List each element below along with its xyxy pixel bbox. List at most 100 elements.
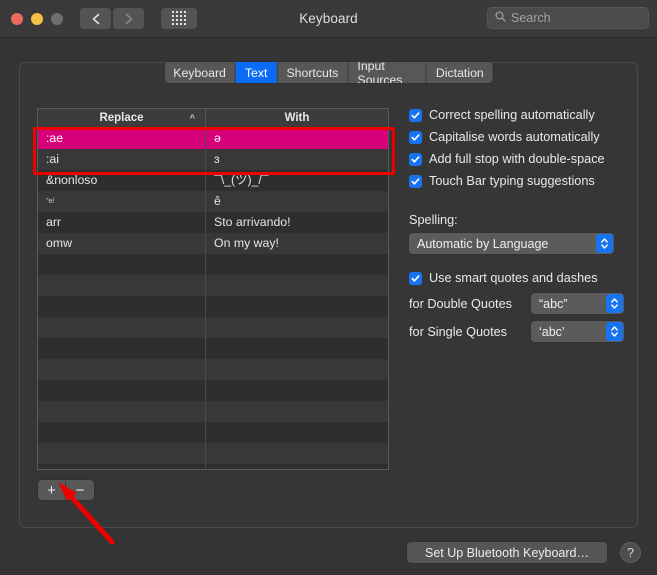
- checkbox-capitalise-words[interactable]: Capitalise words automatically: [409, 130, 624, 144]
- table-row-empty[interactable]: [38, 317, 388, 338]
- cell-with: [206, 359, 388, 380]
- cell-replace: [38, 380, 206, 401]
- chevron-left-icon: [92, 13, 100, 25]
- checkbox-label: Capitalise words automatically: [429, 130, 600, 144]
- tab-keyboard[interactable]: Keyboard: [164, 62, 236, 83]
- navigation-buttons: [80, 8, 144, 29]
- table-body: :ae ə:ai ɜ &nonloso ¯\_(ツ)_/¯ "e/ê arr Sto arri…: [38, 128, 388, 469]
- tab-input-sources[interactable]: Input Sources: [348, 62, 427, 83]
- checkbox-full-stop-double-space[interactable]: Add full stop with double-space: [409, 152, 624, 166]
- cell-replace: [38, 359, 206, 380]
- table-row-empty[interactable]: [38, 443, 388, 464]
- forward-button[interactable]: [113, 8, 144, 29]
- table-row[interactable]: :ae ə: [38, 128, 388, 149]
- cell-with: [206, 401, 388, 422]
- table-row-empty[interactable]: [38, 296, 388, 317]
- cell-replace: [38, 338, 206, 359]
- column-header-with-label: With: [284, 112, 310, 124]
- column-header-replace-label: Replace: [99, 112, 144, 124]
- cell-with: [206, 296, 388, 317]
- table-row-empty[interactable]: [38, 422, 388, 443]
- checkbox-label: Correct spelling automatically: [429, 108, 595, 122]
- preferences-panel: Replace ^ With :ae ə:ai ɜ &nonloso ¯\_(ツ)_/¯…: [19, 62, 638, 528]
- cell-replace: [38, 422, 206, 443]
- table-row-empty[interactable]: [38, 338, 388, 359]
- cell-replace[interactable]: :ai: [38, 149, 206, 170]
- column-header-replace[interactable]: Replace ^: [38, 109, 206, 127]
- cell-replace: [38, 275, 206, 296]
- table-row-empty[interactable]: [38, 380, 388, 401]
- cell-with[interactable]: ɜ: [206, 149, 388, 170]
- search-input[interactable]: [511, 11, 641, 25]
- cell-replace[interactable]: :ae: [38, 128, 206, 149]
- column-header-with[interactable]: With: [206, 109, 388, 127]
- spelling-value: Automatic by Language: [417, 236, 549, 251]
- cell-with: [206, 317, 388, 338]
- table-row[interactable]: "e/ê: [38, 191, 388, 212]
- single-quotes-dropdown[interactable]: ‘abc’: [531, 321, 624, 342]
- table-row[interactable]: omw On my way!: [38, 233, 388, 254]
- search-field[interactable]: [487, 7, 649, 29]
- checkbox-label: Use smart quotes and dashes: [429, 271, 598, 285]
- cell-with: [206, 380, 388, 401]
- tab-label: Dictation: [435, 65, 484, 80]
- cell-with[interactable]: On my way!: [206, 233, 388, 254]
- cell-replace: [38, 296, 206, 317]
- double-quotes-dropdown[interactable]: “abc”: [531, 293, 624, 314]
- cell-replace[interactable]: "e/: [38, 191, 206, 212]
- cell-with[interactable]: ê: [206, 191, 388, 212]
- cell-with: [206, 464, 388, 469]
- minimize-window-button[interactable]: [31, 12, 43, 25]
- checkmark-icon: [409, 271, 422, 285]
- help-button[interactable]: ?: [620, 542, 641, 563]
- zoom-window-button[interactable]: [51, 12, 63, 25]
- spelling-dropdown[interactable]: Automatic by Language: [409, 233, 614, 254]
- text-replacement-table[interactable]: Replace ^ With :ae ə:ai ɜ &nonloso ¯\_(ツ)_/¯…: [37, 108, 389, 470]
- tab-shortcuts[interactable]: Shortcuts: [277, 62, 349, 83]
- remove-row-button[interactable]: −: [66, 480, 94, 500]
- cell-with[interactable]: ə: [206, 128, 388, 149]
- single-quotes-label: for Single Quotes: [409, 324, 508, 339]
- table-row-empty[interactable]: [38, 359, 388, 380]
- tab-dictation[interactable]: Dictation: [426, 62, 493, 83]
- cell-replace: [38, 401, 206, 422]
- back-button[interactable]: [80, 8, 111, 29]
- add-row-button[interactable]: +: [38, 480, 66, 500]
- table-row-empty[interactable]: [38, 275, 388, 296]
- cell-replace: [38, 464, 206, 469]
- set-up-bluetooth-keyboard-button[interactable]: Set Up Bluetooth Keyboard…: [407, 542, 607, 563]
- checkmark-icon: [409, 152, 422, 166]
- search-icon: [495, 9, 506, 27]
- tab-label: Text: [244, 65, 268, 80]
- table-row-empty[interactable]: [38, 401, 388, 422]
- single-quotes-row: for Single Quotes ‘abc’: [409, 321, 624, 342]
- cell-replace: [38, 254, 206, 275]
- tab-text[interactable]: Text: [235, 62, 278, 83]
- cell-replace: [38, 317, 206, 338]
- checkmark-icon: [409, 108, 422, 122]
- table-row[interactable]: &nonloso ¯\_(ツ)_/¯: [38, 170, 388, 191]
- table-row[interactable]: arr Sto arrivando!: [38, 212, 388, 233]
- cell-replace[interactable]: &nonloso: [38, 170, 206, 191]
- checkbox-touch-bar-suggestions[interactable]: Touch Bar typing suggestions: [409, 174, 624, 188]
- cell-with: [206, 338, 388, 359]
- show-all-preferences-button[interactable]: [161, 8, 197, 29]
- checkbox-label: Add full stop with double-space: [429, 152, 605, 166]
- table-row[interactable]: :ai ɜ: [38, 149, 388, 170]
- tab-label: Input Sources: [357, 62, 403, 83]
- checkbox-correct-spelling[interactable]: Correct spelling automatically: [409, 108, 624, 122]
- checkbox-smart-quotes-dashes[interactable]: Use smart quotes and dashes: [409, 271, 624, 285]
- cell-with[interactable]: Sto arrivando!: [206, 212, 388, 233]
- table-row-empty[interactable]: [38, 254, 388, 275]
- cell-with[interactable]: ¯\_(ツ)_/¯: [206, 170, 388, 191]
- cell-replace[interactable]: arr: [38, 212, 206, 233]
- table-row-empty[interactable]: [38, 464, 388, 469]
- double-quotes-row: for Double Quotes “abc”: [409, 293, 624, 314]
- checkmark-icon: [409, 174, 422, 188]
- list-controls: + −: [38, 480, 94, 500]
- tab-label: Shortcuts: [286, 65, 339, 80]
- close-window-button[interactable]: [11, 12, 23, 25]
- cell-replace[interactable]: omw: [38, 233, 206, 254]
